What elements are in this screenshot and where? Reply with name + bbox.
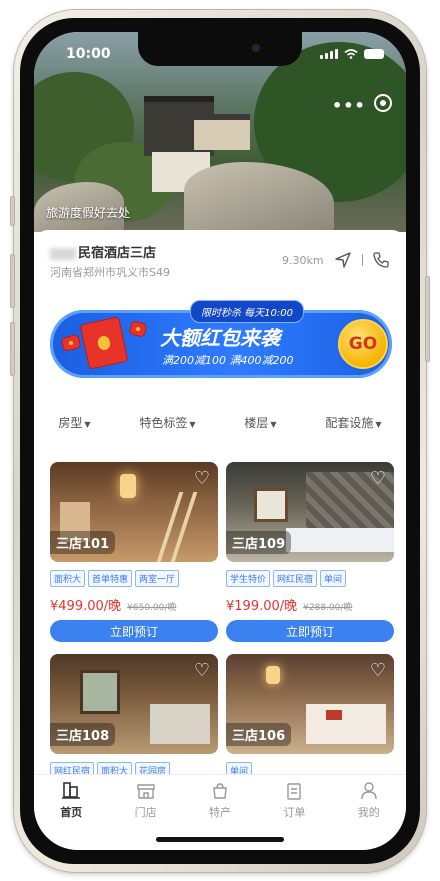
volume-up-button (10, 254, 15, 308)
shop-name-text: 民宿酒店三店 (78, 246, 157, 261)
room-name: 三店109 (226, 531, 292, 554)
favorite-heart-icon[interactable]: ♡ (370, 468, 386, 489)
tab-label: 特产 (208, 806, 231, 819)
room-name: 三店101 (50, 531, 116, 554)
banner-subtitle: 满200减100 满400减200 (162, 354, 294, 367)
divider (362, 254, 363, 266)
tab-home[interactable]: 首页 (41, 775, 101, 850)
status-icons (320, 49, 384, 59)
status-time: 10:00 (66, 46, 111, 62)
room-original-price: ¥650.00/晚 (127, 603, 177, 613)
room-price: ¥499.00/晚 (50, 599, 122, 614)
caret-down-icon: ▼ (189, 420, 196, 429)
bag-icon (213, 783, 227, 799)
power-button (425, 276, 430, 362)
favorite-heart-icon[interactable]: ♡ (194, 468, 210, 489)
home-indicator (156, 837, 284, 842)
tab-label: 首页 (60, 806, 83, 819)
room-tag: 单间 (320, 570, 347, 587)
navigation-icon[interactable] (334, 251, 352, 269)
red-packet-banner[interactable]: 限时秒杀 每天10:00 大额红包来袭 满200减100 满400减200 GO (50, 300, 392, 378)
book-now-button[interactable]: 立即预订 (50, 620, 218, 642)
price-row: ¥199.00/晚 ¥288.00/晚 (226, 595, 394, 614)
banner-title: 大额红包来袭 (160, 326, 280, 350)
tab-profile[interactable]: 我的 (339, 775, 399, 850)
wifi-icon (344, 49, 358, 59)
store-icon (136, 784, 155, 799)
mute-switch (10, 196, 15, 226)
room-photo: 三店108 ♡ (50, 654, 218, 754)
room-card[interactable]: 三店106 ♡ 单间 (226, 654, 394, 779)
phone-icon[interactable] (372, 251, 390, 269)
room-name: 三店108 (50, 723, 116, 746)
red-envelope-icon (79, 316, 129, 370)
filter-bar: 房型 ▼ 特色标签 ▼ 楼层 ▼ 配套设施 ▼ (34, 414, 406, 431)
shop-name: 民宿酒店三店 (50, 242, 156, 261)
room-price: ¥199.00/晚 (226, 599, 298, 614)
signal-icon (320, 49, 338, 59)
room-photo: 三店109 ♡ (226, 462, 394, 562)
room-card[interactable]: 三店109 ♡ 学生特价 网红民宿 单间 ¥199.00/晚 ¥288.00/晚… (226, 462, 394, 642)
filter-floor[interactable]: 楼层 ▼ (244, 414, 276, 431)
shop-address: 河南省郑州市巩义市S49 (50, 266, 170, 279)
volume-down-button (10, 322, 15, 376)
miniprogram-close-icon[interactable] (374, 94, 392, 112)
hero-caption: 旅游度假好去处 (46, 206, 131, 220)
room-tag: 两室一厅 (135, 570, 180, 587)
shop-info-card: 民宿酒店三店 河南省郑州市巩义市S49 9.30km (34, 230, 406, 300)
user-icon (361, 782, 377, 800)
room-photo: 三店101 ♡ (50, 462, 218, 562)
shop-distance: 9.30km (282, 254, 324, 267)
favorite-heart-icon[interactable]: ♡ (194, 660, 210, 681)
camera-dot (252, 44, 260, 52)
flash-sale-tag: 限时秒杀 每天10:00 (190, 300, 304, 323)
red-envelope-icon (128, 320, 148, 338)
tab-label: 我的 (357, 806, 380, 819)
more-icon[interactable]: ••• (332, 96, 366, 115)
room-tag: 面积大 (50, 570, 86, 587)
filter-feature-tags[interactable]: 特色标签 ▼ (139, 414, 195, 431)
room-tag: 网红民宿 (273, 570, 318, 587)
room-tags: 面积大 首单特惠 两室一厅 (50, 570, 218, 587)
caret-down-icon: ▼ (270, 420, 277, 429)
book-now-button[interactable]: 立即预订 (226, 620, 394, 642)
home-icon (62, 782, 81, 799)
app-screen: 旅游度假好去处 10:00 ••• 民宿酒店三店 河南省郑州市巩义市S49 9.… (34, 32, 406, 850)
room-tags: 学生特价 网红民宿 单间 (226, 570, 394, 587)
room-tag: 学生特价 (226, 570, 271, 587)
filter-facilities[interactable]: 配套设施 ▼ (325, 414, 381, 431)
redacted-text (50, 247, 76, 260)
caret-down-icon: ▼ (84, 420, 91, 429)
room-photo: 三店106 ♡ (226, 654, 394, 754)
go-button[interactable]: GO (338, 319, 388, 369)
notch (138, 32, 302, 66)
room-card[interactable]: 三店101 ♡ 面积大 首单特惠 两室一厅 ¥499.00/晚 ¥650.00/… (50, 462, 218, 642)
caret-down-icon: ▼ (375, 420, 382, 429)
room-name: 三店106 (226, 723, 292, 746)
favorite-heart-icon[interactable]: ♡ (370, 660, 386, 681)
battery-icon (364, 49, 384, 59)
room-original-price: ¥288.00/晚 (303, 603, 353, 613)
filter-room-type[interactable]: 房型 ▼ (58, 414, 90, 431)
room-card[interactable]: 三店108 ♡ 网红民宿 面积大 花园房 (50, 654, 218, 779)
red-envelope-icon (60, 333, 82, 353)
order-icon (287, 783, 302, 800)
tab-label: 订单 (283, 806, 306, 819)
room-tag: 首单特惠 (88, 570, 133, 587)
price-row: ¥499.00/晚 ¥650.00/晚 (50, 595, 218, 614)
tab-label: 门店 (134, 806, 157, 819)
